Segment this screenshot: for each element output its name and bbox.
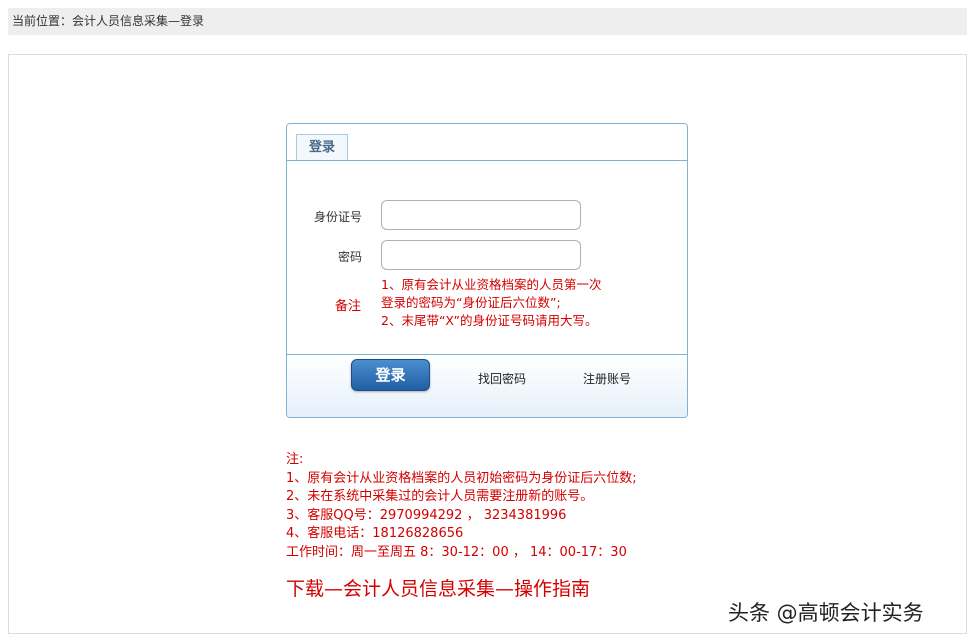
id-number-label: 身份证号 [313,210,362,224]
login-footer: 登录 找回密码 注册账号 [287,354,687,417]
register-link[interactable]: 注册账号 [583,370,631,387]
remark-line: 2、末尾带“X”的身份证号码请用大写。 [381,313,598,328]
remark-label: 备注 [334,299,361,314]
find-password-link[interactable]: 找回密码 [478,370,526,387]
remark-text: 1、原有会计从业资格档案的人员第一次 登录的密码为“身份证后六位数”; 2、末尾… [381,276,601,330]
notice-title: 注: [286,452,304,467]
notice-line: 4、客服电话：18126828656 [286,526,464,541]
guide-download-link[interactable]: 下载—会计人员信息采集—操作指南 [286,574,590,601]
login-tabbar: 登录 [287,124,687,161]
tab-login[interactable]: 登录 [296,134,348,160]
notice-line: 2、未在系统中采集过的会计人员需要注册新的账号。 [286,489,594,504]
notice-line: 工作时间：周一至周五 8：30-12：00 ， 14：00-17：30 [286,544,627,560]
remark-line: 1、原有会计从业资格档案的人员第一次 [381,277,602,292]
remark-line: 登录的密码为“身份证后六位数”; [381,295,561,310]
password-label: 密码 [337,250,362,264]
notice-line: 3、客服QQ号：2970994292 ， 3234381996 [286,507,567,523]
notice-line: 1、原有会计从业资格档案的人员初始密码为身份证后六位数; [286,470,637,486]
password-input[interactable] [381,240,581,270]
notice-block: 注: 1、原有会计从业资格档案的人员初始密码为身份证后六位数; 2、未在系统中采… [286,451,637,562]
login-button[interactable]: 登录 [351,359,430,391]
watermark: 头条 @高顿会计实务 [728,601,924,625]
login-box: 登录 身份证号 密码 备注 1、原有会计从业资格档案的人员第一次 登录的密码为“… [286,123,688,418]
id-number-input[interactable] [381,200,581,230]
breadcrumb: 当前位置：会计人员信息采集—登录 [8,8,967,35]
